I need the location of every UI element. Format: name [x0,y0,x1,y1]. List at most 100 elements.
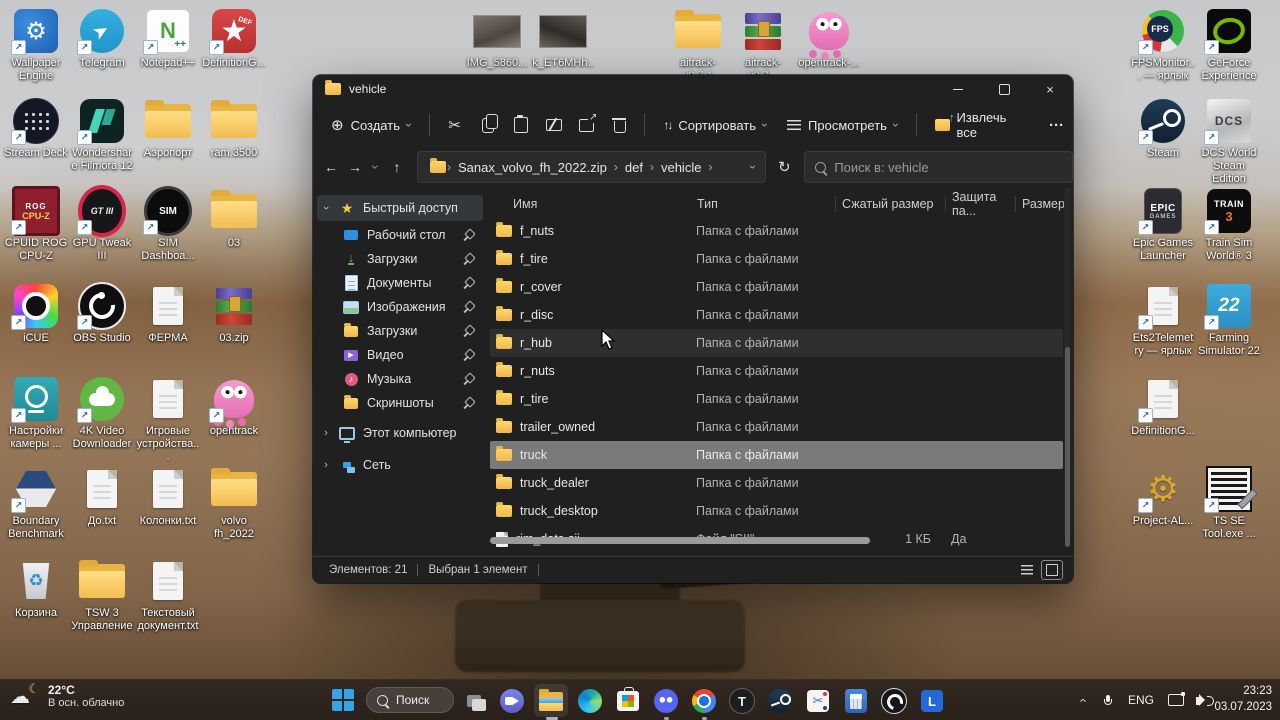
nav-screenshots[interactable]: Скриншоты [317,390,483,416]
clock[interactable]: 23:23 03.07.2023 [1214,684,1272,715]
file-row-r_tire[interactable]: r_tire Папка с файлами [490,385,1063,413]
l-app-button[interactable]: L [919,688,945,714]
nav-documents[interactable]: Документы [317,270,483,296]
desktop-icon-tsw3[interactable]: TRAIN3↗ Train Sim World® 3 [1197,188,1261,263]
address-bar[interactable]: › Sanax_volvo_fh_2022.zip › def › vehicl… [417,151,766,183]
rename-button[interactable] [537,109,570,141]
horizontal-scrollbar-thumb[interactable] [490,537,870,544]
calculator-button[interactable] [843,688,869,714]
chat-button[interactable] [499,688,525,714]
file-row-r_cover[interactable]: r_cover Папка с файлами [490,273,1063,301]
vertical-scrollbar[interactable] [1064,187,1071,537]
task-view-button[interactable] [461,688,487,714]
cut-button[interactable]: ✂ [438,109,471,141]
nav-desktop[interactable]: Рабочий стол [317,222,483,248]
file-row-truck-selected[interactable]: truck Папка с файлами [490,441,1063,469]
weather-widget[interactable]: ☾☁ 22°C В осн. облачно [10,683,124,709]
desktop-icon-opentrack[interactable]: ↗ opentrack [202,376,266,438]
desktop-icon-notepadpp[interactable]: N↗ Notepad++ [136,8,200,70]
file-row-f_tire[interactable]: f_tire Папка с файлами [490,245,1063,273]
column-size[interactable]: Размер [1015,196,1063,212]
desktop-icon-fpsmonitor[interactable]: ↗ FPSMonitor... — ярлык [1131,8,1195,83]
desktop-icon-sim-dashboard[interactable]: SIM↗ SIM Dashboa... [136,188,200,263]
desktop-icon-geforce[interactable]: ↗ GeForce Experience [1197,8,1261,83]
chevron-expanded-icon[interactable]: › [320,203,332,213]
nav-downloads[interactable]: ↓ Загрузки [317,246,483,272]
desktop-icon-epic[interactable]: EPICGAMES↗ Epic Games Launcher [1131,188,1195,263]
desktop-icon-dcs[interactable]: DCS↗ DCS World Steam Edition [1197,98,1261,186]
desktop-icon-03-folder[interactable]: 03 [202,188,266,250]
view-button[interactable]: Просмотреть › [777,111,908,140]
up-button[interactable]: ↑ [385,159,409,175]
file-row-trailer_owned[interactable]: trailer_owned Папка с файлами [490,413,1063,441]
microphone-tray-button[interactable] [1104,680,1112,720]
desktop-icon-cpuz[interactable]: ROGCPU-Z↗ CPUID ROG CPU-Z [4,188,68,263]
desktop-icon-stream-deck[interactable]: ↗ Stream Deck [4,98,68,160]
file-explorer-button[interactable] [538,688,564,714]
tray-chevron-button[interactable]: › [1080,680,1084,720]
nav-network[interactable]: › Сеть [317,452,483,478]
desktop-icon-airport-folder[interactable]: Аэропорт [136,98,200,160]
desktop-icon-boundary[interactable]: ↗ Boundary Benchmark [4,466,68,541]
vertical-scrollbar-thumb[interactable] [1065,347,1070,547]
desktop-icon-volvo-folder[interactable]: volvo fh_2022 [202,466,266,541]
maximize-button[interactable] [981,75,1027,103]
desktop-icon-wallpaper-engine[interactable]: ⚙↗ Wallpaper Engine [4,8,68,83]
desktop-icon-definition-doc[interactable]: ↗ DefinitionG... [1131,376,1195,438]
horizontal-scrollbar[interactable] [490,536,1059,545]
desktop-icon-img-photo[interactable]: IMG_5860... [465,8,529,70]
large-icons-view-button[interactable] [1041,560,1063,580]
minimize-button[interactable] [935,75,981,103]
column-name[interactable]: Имя [490,196,690,212]
chevron-collapsed-icon[interactable]: › [321,427,331,439]
desktop-icon-steam[interactable]: ↗ Steam [1131,98,1195,160]
extract-all-button[interactable]: Извлечь все [925,103,1034,147]
copy-button[interactable] [471,109,504,141]
start-button[interactable] [332,689,354,711]
discord-button[interactable] [653,688,679,714]
chrome-button[interactable] [691,688,717,714]
column-compressed-size[interactable]: Сжатый размер [835,196,945,212]
desktop-icon-gpu-tweak[interactable]: GT III↗ GPU Tweak III [70,188,134,263]
file-row-r_nuts[interactable]: r_nuts Папка с файлами [490,357,1063,385]
desktop-icon-obs[interactable]: ↗ OBS Studio [70,283,134,345]
desktop-icon-filmora[interactable]: ↗ Wondershare Filmora 12 [70,98,134,173]
share-button[interactable] [570,109,603,141]
file-row-r_disc[interactable]: r_disc Папка с файлами [490,301,1063,329]
nav-music[interactable]: ♪ Музыка [317,366,483,392]
network-tray-button[interactable] [1168,680,1184,720]
desktop-icon-tsse-tool[interactable]: ↗ TS SE Tool.exe ... [1197,466,1261,541]
paste-button[interactable] [504,109,537,141]
column-password[interactable]: Защита па... [945,196,1015,212]
snipping-tool-button[interactable]: ✂ [805,688,831,714]
tracker-app-button[interactable]: T [729,688,755,714]
microsoft-store-button[interactable] [615,688,641,714]
forward-button[interactable]: → [343,159,367,175]
file-row-truck_dealer[interactable]: truck_dealer Папка с файлами [490,469,1063,497]
desktop-icon-recycle-bin[interactable]: ♻ Корзина [4,558,68,620]
desktop-icon-telegram[interactable]: ➤↗ Telegram [70,8,134,70]
desktop-icon-text-doc[interactable]: Текстовый документ.txt [136,558,200,633]
language-indicator[interactable]: ENG [1128,680,1154,720]
search-box[interactable]: Поиск в: vehicle [804,151,1073,183]
desktop-icon-project[interactable]: ⚙↗ Project-AL... [1131,466,1195,528]
desktop-icon-aitrack-folder[interactable]: aitrack-v0.7.1 [666,8,730,83]
nav-pictures[interactable]: Изображения [317,294,483,320]
close-button[interactable]: × [1027,75,1073,103]
desktop-icon-ram3500-folder[interactable]: ram.3500 [202,98,266,160]
nav-downloads-folder[interactable]: Загрузки [317,318,483,344]
taskbar-search[interactable]: Поиск [366,687,454,713]
column-type[interactable]: Тип [690,196,835,212]
desktop-icon-camera-settings[interactable]: ↗ Настройки камеры ... [4,376,68,451]
details-view-button[interactable] [1017,561,1037,579]
refresh-button[interactable]: ↻ [772,158,796,176]
desktop-icon-definition[interactable]: ★↗ DefinitionG... [202,8,266,70]
desktop-icon-ets2telemetry[interactable]: ↗ Ets2Telemetry — ярлык [1131,283,1195,358]
new-button[interactable]: ⊕ Создать › [321,111,421,140]
obs-button[interactable] [881,688,907,714]
more-options-button[interactable]: ··· [1040,109,1073,141]
nav-videos[interactable]: ▶ Видео [317,342,483,368]
file-row-r_hub[interactable]: r_hub Папка с файлами [490,329,1063,357]
desktop-icon-opentrack-installer[interactable]: opentrack-... [797,8,861,70]
title-bar[interactable]: vehicle × [313,75,1073,103]
